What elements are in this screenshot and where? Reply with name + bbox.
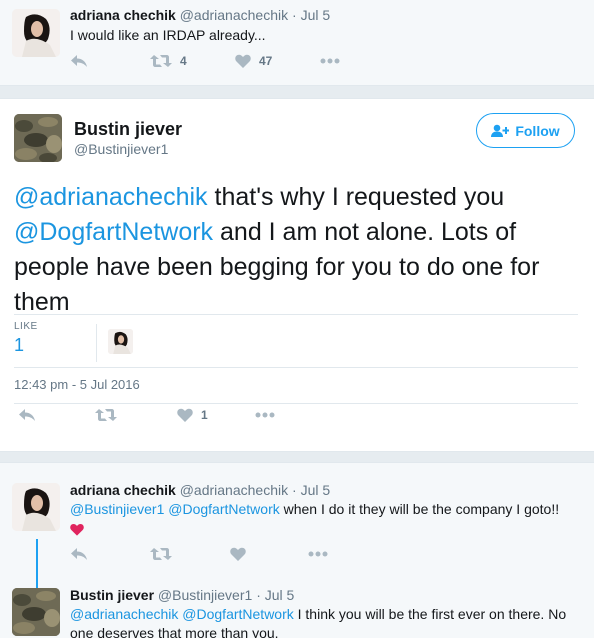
mention-link[interactable]: @Bustinjiever1 (70, 501, 164, 517)
more-icon (255, 412, 275, 418)
avatar[interactable] (12, 9, 60, 57)
author-handle[interactable]: @adrianachechik (180, 7, 288, 23)
tweet-text: I would like an IRDAP already... (70, 27, 266, 43)
avatar[interactable] (12, 483, 60, 531)
follow-button[interactable]: Follow (476, 113, 575, 148)
more-button[interactable] (320, 58, 340, 64)
tweet-timestamp[interactable]: 12:43 pm - 5 Jul 2016 (14, 377, 140, 392)
heart-icon (235, 54, 251, 68)
more-button[interactable] (255, 412, 275, 418)
like-count: 1 (201, 408, 208, 422)
tweet-text: @adrianachechik @DogfartNetwork I think … (70, 605, 582, 638)
author-name[interactable]: Bustin jiever (74, 119, 182, 140)
red-heart-emoji (70, 523, 84, 536)
reply-button[interactable] (70, 54, 150, 68)
reply-icon (19, 409, 35, 421)
replies-section: adriana chechik @adrianachechik · Jul 5 … (0, 462, 594, 638)
tweet-stats: LIKE 1 (14, 314, 578, 368)
more-icon (320, 58, 340, 64)
retweet-count: 4 (180, 54, 187, 68)
retweet-button[interactable] (150, 547, 230, 561)
like-button[interactable]: 1 (177, 408, 255, 422)
author-name[interactable]: adriana chechik (70, 482, 176, 498)
author-handle[interactable]: @Bustinjiever1 (74, 141, 168, 157)
author-name[interactable]: adriana chechik (70, 7, 176, 23)
tweet-time[interactable]: Jul 5 (301, 482, 331, 498)
heart-icon (177, 408, 193, 422)
author-handle[interactable]: @adrianachechik (180, 482, 288, 498)
avatar[interactable] (14, 114, 62, 162)
reply-icon (71, 548, 87, 560)
retweet-button[interactable] (95, 408, 177, 422)
follow-label: Follow (515, 122, 560, 139)
reply-button[interactable] (70, 547, 150, 561)
avatar[interactable] (12, 588, 60, 636)
stats-divider (96, 324, 97, 362)
reply-icon (71, 55, 87, 67)
retweet-button[interactable]: 4 (150, 54, 235, 68)
like-button[interactable] (230, 547, 308, 561)
tweet-text: @adrianachechik that's why I requested y… (14, 180, 584, 320)
separator: · (292, 7, 297, 23)
more-button[interactable] (308, 551, 328, 557)
likes-count[interactable]: 1 (14, 335, 24, 356)
add-user-icon (491, 124, 510, 137)
top-reply-tweet[interactable]: adriana chechik @adrianachechik · Jul 5 … (0, 0, 594, 86)
retweet-icon (150, 55, 172, 67)
divider (14, 403, 578, 404)
author-handle[interactable]: @Bustinjiever1 (158, 587, 252, 603)
tweet-time[interactable]: Jul 5 (265, 587, 295, 603)
tweet-header: adriana chechik @adrianachechik · Jul 5 (70, 482, 330, 498)
tweet-text-part: when I do it they will be the company I … (279, 501, 560, 517)
heart-icon (230, 547, 246, 561)
like-button[interactable]: 47 (235, 54, 320, 68)
mention-link[interactable]: @adrianachechik (70, 606, 178, 622)
mention-link[interactable]: @adrianachechik (14, 183, 208, 211)
more-icon (308, 551, 328, 557)
mention-link[interactable]: @DogfartNetwork (14, 218, 213, 246)
mention-link[interactable]: @DogfartNetwork (168, 501, 279, 517)
separator: · (292, 482, 297, 498)
thread-line (36, 539, 38, 589)
separator: · (256, 587, 261, 603)
retweet-icon (95, 409, 117, 421)
tweet-text: @Bustinjiever1 @DogfartNetwork when I do… (70, 500, 582, 538)
like-count: 47 (259, 54, 273, 68)
reply-button[interactable] (18, 408, 95, 422)
tweet-actions (70, 547, 328, 561)
tweet-header: Bustin jiever @Bustinjiever1 · Jul 5 (70, 587, 294, 603)
tweet-actions: 4 47 (70, 54, 340, 68)
tweet-time[interactable]: Jul 5 (301, 7, 331, 23)
tweet-actions: 1 (18, 408, 275, 422)
author-name[interactable]: Bustin jiever (70, 587, 154, 603)
tweet-header: adriana chechik @adrianachechik · Jul 5 (70, 7, 330, 23)
retweet-icon (150, 548, 172, 560)
main-tweet: Bustin jiever @Bustinjiever1 @adrianache… (0, 98, 594, 452)
tweet-text-part: that's why I requested you (207, 183, 505, 211)
mention-link[interactable]: @DogfartNetwork (182, 606, 293, 622)
liker-avatar[interactable] (108, 329, 133, 354)
likes-label: LIKE (14, 321, 38, 332)
